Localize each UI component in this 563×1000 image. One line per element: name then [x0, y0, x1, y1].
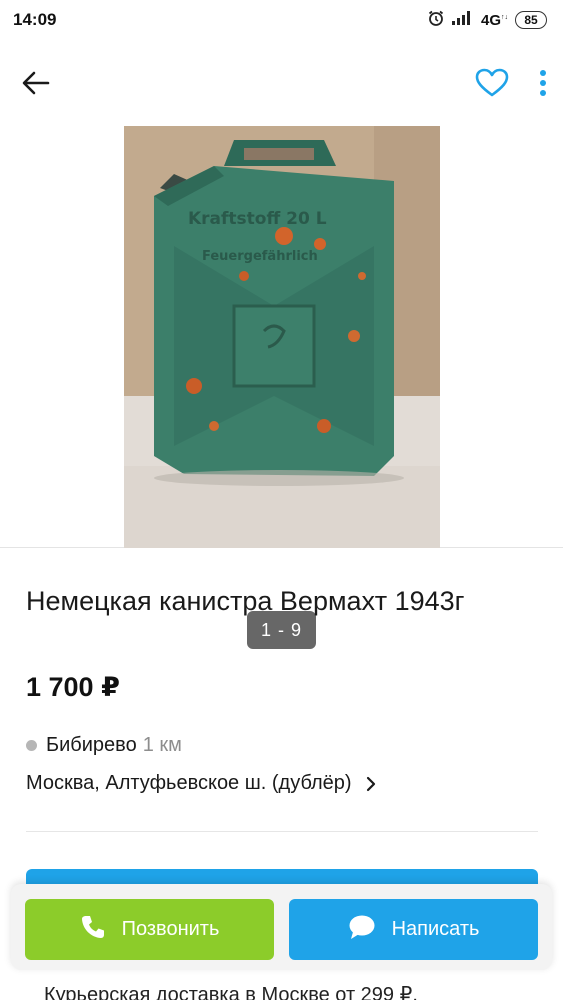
metro-dot-icon	[26, 740, 37, 751]
watermark-text: Avito	[373, 641, 420, 662]
photo-text-kraftstoff: Kraftstoff 20 L	[188, 209, 327, 229]
signal-icon	[451, 10, 474, 30]
address-text: Москва, Алтуфьевское ш. (дублёр)	[26, 772, 352, 794]
avito-watermark: Avito	[347, 639, 420, 665]
chat-bubble-icon	[348, 914, 376, 946]
network-type: 4G↑↓	[480, 11, 508, 29]
listing-price: 1 700 ₽	[26, 672, 120, 702]
call-button-label: Позвонить	[121, 918, 220, 940]
metro-station: Бибирево	[46, 734, 137, 756]
status-bar: 14:09 4G↑↓ 85	[0, 0, 563, 40]
divider	[26, 831, 538, 832]
listing-title: Немецкая канистра Вермахт 1943г	[26, 586, 465, 616]
app-bar-actions	[475, 68, 547, 98]
chevron-right-icon	[366, 776, 376, 792]
call-button[interactable]: Позвонить	[25, 899, 274, 960]
photo-text-feuergefahrlich: Feuergefährlich	[202, 249, 318, 264]
avito-logo-icon	[347, 639, 369, 665]
photo-gallery[interactable]: Kraftstoff 20 L Feuergefährlich 1 - 9 Av…	[0, 126, 563, 662]
message-button[interactable]: Написать	[289, 899, 538, 960]
more-vert-icon[interactable]	[539, 69, 547, 97]
back-arrow-icon[interactable]	[22, 71, 50, 95]
address-link[interactable]: Москва, Алтуфьевское ш. (дублёр)	[26, 772, 376, 795]
delivery-info: Курьерская доставка в Москве от 299 ₽.	[44, 984, 418, 1000]
battery-indicator: 85	[515, 11, 547, 29]
message-button-label: Написать	[391, 918, 480, 940]
favorite-heart-icon[interactable]	[475, 68, 509, 98]
alarm-icon	[427, 9, 445, 32]
app-bar	[0, 40, 563, 126]
metro-distance: 1 км	[142, 734, 182, 756]
metro-info: Бибирево 1 км	[26, 734, 182, 757]
status-indicators: 4G↑↓ 85	[427, 9, 547, 32]
listing-photo[interactable]: Kraftstoff 20 L Feuergefährlich	[124, 126, 440, 548]
phone-icon	[80, 914, 106, 946]
status-time: 14:09	[13, 10, 57, 29]
